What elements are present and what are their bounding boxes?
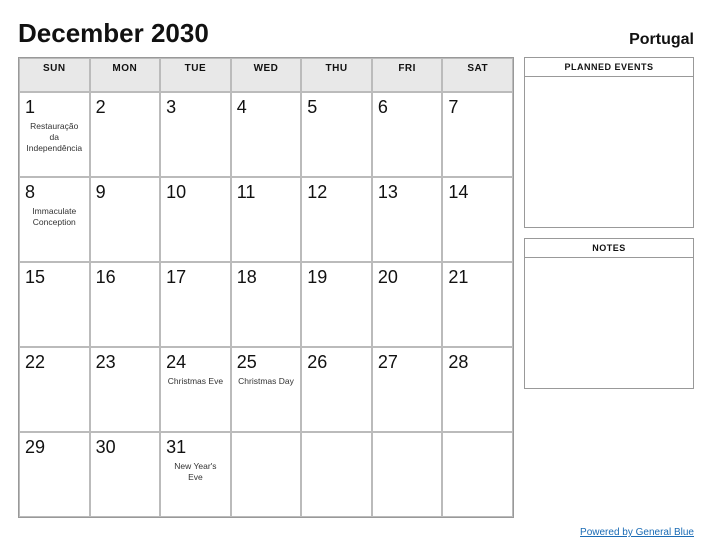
day-header-wed: WED: [231, 58, 302, 92]
empty-cell-2: [301, 432, 372, 517]
day-cell-3: 3: [160, 92, 231, 177]
planned-events-content: [525, 77, 693, 227]
day-cell-30: 30: [90, 432, 161, 517]
sidebar: PLANNED EVENTS NOTES: [524, 57, 694, 518]
empty-cell-4: [442, 432, 513, 517]
calendar-section: SUN MON TUE WED THU FRI SAT 1 Restauraçã…: [18, 57, 514, 518]
empty-cell-1: [231, 432, 302, 517]
day-cell-15: 15: [19, 262, 90, 347]
day-cell-31: 31 New Year'sEve: [160, 432, 231, 517]
day-cell-20: 20: [372, 262, 443, 347]
day-cell-1: 1 RestauraçãodaIndependência: [19, 92, 90, 177]
day-header-tue: TUE: [160, 58, 231, 92]
day-cell-10: 10: [160, 177, 231, 262]
country-label: Portugal: [629, 31, 694, 49]
day-cell-28: 28: [442, 347, 513, 432]
day-cell-5: 5: [301, 92, 372, 177]
powered-by-link[interactable]: Powered by General Blue: [580, 527, 694, 538]
day-cell-17: 17: [160, 262, 231, 347]
day-header-fri: FRI: [372, 58, 443, 92]
day-cell-2: 2: [90, 92, 161, 177]
day-cell-9: 9: [90, 177, 161, 262]
day-header-sun: SUN: [19, 58, 90, 92]
day-cell-21: 21: [442, 262, 513, 347]
empty-cell-3: [372, 432, 443, 517]
day-cell-29: 29: [19, 432, 90, 517]
page: December 2030 Portugal SUN MON TUE WED T…: [0, 0, 712, 550]
planned-events-box: PLANNED EVENTS: [524, 57, 694, 228]
day-cell-23: 23: [90, 347, 161, 432]
footer: Powered by General Blue: [18, 518, 694, 540]
day-header-sat: SAT: [442, 58, 513, 92]
day-cell-25: 25 Christmas Day: [231, 347, 302, 432]
day-cell-7: 7: [442, 92, 513, 177]
day-cell-11: 11: [231, 177, 302, 262]
page-title: December 2030: [18, 18, 209, 49]
notes-box: NOTES: [524, 238, 694, 389]
day-cell-4: 4: [231, 92, 302, 177]
day-cell-22: 22: [19, 347, 90, 432]
day-cell-8: 8 ImmaculateConception: [19, 177, 90, 262]
day-cell-13: 13: [372, 177, 443, 262]
planned-events-title: PLANNED EVENTS: [525, 58, 693, 77]
day-cell-14: 14: [442, 177, 513, 262]
header: December 2030 Portugal: [18, 18, 694, 49]
main-content: SUN MON TUE WED THU FRI SAT 1 Restauraçã…: [18, 57, 694, 518]
day-header-thu: THU: [301, 58, 372, 92]
notes-title: NOTES: [525, 239, 693, 258]
day-cell-24: 24 Christmas Eve: [160, 347, 231, 432]
day-cell-12: 12: [301, 177, 372, 262]
day-cell-27: 27: [372, 347, 443, 432]
day-cell-18: 18: [231, 262, 302, 347]
day-cell-16: 16: [90, 262, 161, 347]
calendar-grid: SUN MON TUE WED THU FRI SAT 1 Restauraçã…: [19, 58, 513, 517]
day-cell-6: 6: [372, 92, 443, 177]
day-header-mon: MON: [90, 58, 161, 92]
day-cell-19: 19: [301, 262, 372, 347]
notes-content: [525, 258, 693, 388]
day-cell-26: 26: [301, 347, 372, 432]
